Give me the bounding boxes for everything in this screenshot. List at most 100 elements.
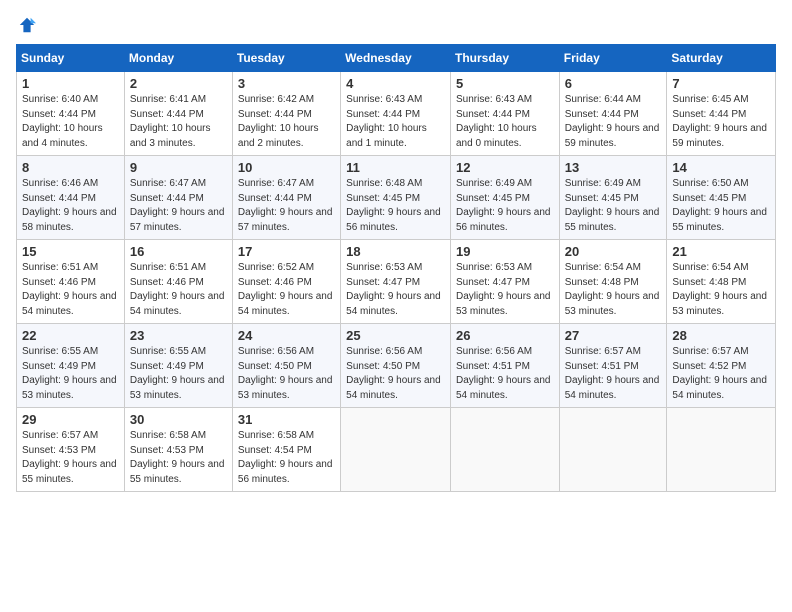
day-number: 6 [565,76,662,91]
page-header [16,16,776,34]
calendar-cell: 1 Sunrise: 6:40 AMSunset: 4:44 PMDayligh… [17,72,125,156]
calendar-header-row: SundayMondayTuesdayWednesdayThursdayFrid… [17,45,776,72]
day-number: 4 [346,76,445,91]
calendar-cell: 18 Sunrise: 6:53 AMSunset: 4:47 PMDaylig… [341,240,451,324]
calendar-cell: 3 Sunrise: 6:42 AMSunset: 4:44 PMDayligh… [232,72,340,156]
day-number: 5 [456,76,554,91]
day-number: 7 [672,76,770,91]
day-number: 14 [672,160,770,175]
calendar-cell: 15 Sunrise: 6:51 AMSunset: 4:46 PMDaylig… [17,240,125,324]
header-thursday: Thursday [450,45,559,72]
day-info: Sunrise: 6:45 AMSunset: 4:44 PMDaylight:… [672,94,767,149]
day-number: 18 [346,244,445,259]
day-number: 28 [672,328,770,343]
calendar-cell: 4 Sunrise: 6:43 AMSunset: 4:44 PMDayligh… [341,72,451,156]
calendar-cell [341,408,451,492]
day-number: 16 [130,244,227,259]
day-info: Sunrise: 6:44 AMSunset: 4:44 PMDaylight:… [565,94,660,149]
day-number: 15 [22,244,119,259]
day-number: 27 [565,328,662,343]
day-info: Sunrise: 6:47 AMSunset: 4:44 PMDaylight:… [238,178,333,233]
calendar-cell: 29 Sunrise: 6:57 AMSunset: 4:53 PMDaylig… [17,408,125,492]
calendar-cell: 24 Sunrise: 6:56 AMSunset: 4:50 PMDaylig… [232,324,340,408]
day-number: 17 [238,244,335,259]
day-info: Sunrise: 6:49 AMSunset: 4:45 PMDaylight:… [565,178,660,233]
calendar-cell: 19 Sunrise: 6:53 AMSunset: 4:47 PMDaylig… [450,240,559,324]
day-info: Sunrise: 6:58 AMSunset: 4:53 PMDaylight:… [130,430,225,485]
header-sunday: Sunday [17,45,125,72]
calendar-cell: 26 Sunrise: 6:56 AMSunset: 4:51 PMDaylig… [450,324,559,408]
day-info: Sunrise: 6:56 AMSunset: 4:50 PMDaylight:… [238,346,333,401]
header-wednesday: Wednesday [341,45,451,72]
day-number: 24 [238,328,335,343]
calendar-week-1: 1 Sunrise: 6:40 AMSunset: 4:44 PMDayligh… [17,72,776,156]
calendar-cell: 16 Sunrise: 6:51 AMSunset: 4:46 PMDaylig… [124,240,232,324]
day-info: Sunrise: 6:58 AMSunset: 4:54 PMDaylight:… [238,430,333,485]
day-info: Sunrise: 6:51 AMSunset: 4:46 PMDaylight:… [130,262,225,317]
day-number: 19 [456,244,554,259]
day-number: 9 [130,160,227,175]
calendar-cell: 7 Sunrise: 6:45 AMSunset: 4:44 PMDayligh… [667,72,776,156]
calendar-cell: 2 Sunrise: 6:41 AMSunset: 4:44 PMDayligh… [124,72,232,156]
day-info: Sunrise: 6:46 AMSunset: 4:44 PMDaylight:… [22,178,117,233]
day-number: 26 [456,328,554,343]
day-info: Sunrise: 6:43 AMSunset: 4:44 PMDaylight:… [456,94,537,149]
day-info: Sunrise: 6:56 AMSunset: 4:51 PMDaylight:… [456,346,551,401]
day-info: Sunrise: 6:41 AMSunset: 4:44 PMDaylight:… [130,94,211,149]
day-info: Sunrise: 6:53 AMSunset: 4:47 PMDaylight:… [346,262,441,317]
logo-icon [18,16,36,34]
day-info: Sunrise: 6:48 AMSunset: 4:45 PMDaylight:… [346,178,441,233]
calendar-cell: 22 Sunrise: 6:55 AMSunset: 4:49 PMDaylig… [17,324,125,408]
day-info: Sunrise: 6:55 AMSunset: 4:49 PMDaylight:… [130,346,225,401]
calendar-week-4: 22 Sunrise: 6:55 AMSunset: 4:49 PMDaylig… [17,324,776,408]
day-number: 29 [22,412,119,427]
calendar-cell: 13 Sunrise: 6:49 AMSunset: 4:45 PMDaylig… [559,156,667,240]
day-info: Sunrise: 6:56 AMSunset: 4:50 PMDaylight:… [346,346,441,401]
day-info: Sunrise: 6:53 AMSunset: 4:47 PMDaylight:… [456,262,551,317]
calendar-cell: 6 Sunrise: 6:44 AMSunset: 4:44 PMDayligh… [559,72,667,156]
calendar-cell [667,408,776,492]
day-info: Sunrise: 6:43 AMSunset: 4:44 PMDaylight:… [346,94,427,149]
calendar-table: SundayMondayTuesdayWednesdayThursdayFrid… [16,44,776,492]
calendar-cell: 11 Sunrise: 6:48 AMSunset: 4:45 PMDaylig… [341,156,451,240]
calendar-cell: 10 Sunrise: 6:47 AMSunset: 4:44 PMDaylig… [232,156,340,240]
day-number: 21 [672,244,770,259]
day-number: 13 [565,160,662,175]
day-info: Sunrise: 6:47 AMSunset: 4:44 PMDaylight:… [130,178,225,233]
header-monday: Monday [124,45,232,72]
calendar-cell: 17 Sunrise: 6:52 AMSunset: 4:46 PMDaylig… [232,240,340,324]
day-info: Sunrise: 6:51 AMSunset: 4:46 PMDaylight:… [22,262,117,317]
header-saturday: Saturday [667,45,776,72]
calendar-cell: 28 Sunrise: 6:57 AMSunset: 4:52 PMDaylig… [667,324,776,408]
day-number: 1 [22,76,119,91]
day-number: 2 [130,76,227,91]
day-info: Sunrise: 6:40 AMSunset: 4:44 PMDaylight:… [22,94,103,149]
day-info: Sunrise: 6:57 AMSunset: 4:52 PMDaylight:… [672,346,767,401]
day-number: 25 [346,328,445,343]
calendar-cell: 25 Sunrise: 6:56 AMSunset: 4:50 PMDaylig… [341,324,451,408]
day-info: Sunrise: 6:50 AMSunset: 4:45 PMDaylight:… [672,178,767,233]
calendar-cell: 21 Sunrise: 6:54 AMSunset: 4:48 PMDaylig… [667,240,776,324]
calendar-cell: 31 Sunrise: 6:58 AMSunset: 4:54 PMDaylig… [232,408,340,492]
header-friday: Friday [559,45,667,72]
day-number: 11 [346,160,445,175]
calendar-cell: 9 Sunrise: 6:47 AMSunset: 4:44 PMDayligh… [124,156,232,240]
day-info: Sunrise: 6:55 AMSunset: 4:49 PMDaylight:… [22,346,117,401]
day-number: 20 [565,244,662,259]
day-number: 22 [22,328,119,343]
day-info: Sunrise: 6:57 AMSunset: 4:51 PMDaylight:… [565,346,660,401]
day-number: 23 [130,328,227,343]
day-info: Sunrise: 6:42 AMSunset: 4:44 PMDaylight:… [238,94,319,149]
day-number: 30 [130,412,227,427]
calendar-week-2: 8 Sunrise: 6:46 AMSunset: 4:44 PMDayligh… [17,156,776,240]
calendar-week-3: 15 Sunrise: 6:51 AMSunset: 4:46 PMDaylig… [17,240,776,324]
day-info: Sunrise: 6:57 AMSunset: 4:53 PMDaylight:… [22,430,117,485]
header-tuesday: Tuesday [232,45,340,72]
day-info: Sunrise: 6:49 AMSunset: 4:45 PMDaylight:… [456,178,551,233]
day-number: 10 [238,160,335,175]
calendar-cell: 20 Sunrise: 6:54 AMSunset: 4:48 PMDaylig… [559,240,667,324]
day-info: Sunrise: 6:54 AMSunset: 4:48 PMDaylight:… [565,262,660,317]
calendar-cell: 12 Sunrise: 6:49 AMSunset: 4:45 PMDaylig… [450,156,559,240]
day-number: 8 [22,160,119,175]
calendar-cell [450,408,559,492]
